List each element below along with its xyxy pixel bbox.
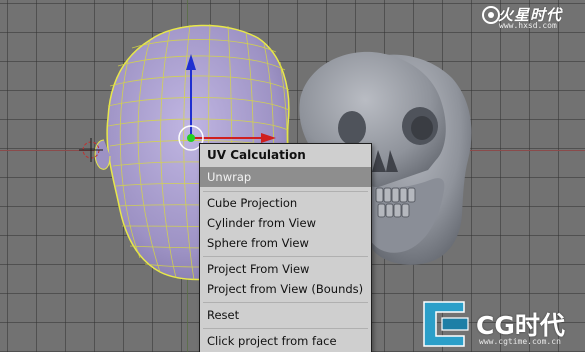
menu-title: UV Calculation [200,144,371,167]
3d-viewport[interactable]: UV Calculation Unwrap Cube Projection Cy… [0,0,585,352]
cgtime-logo-icon [423,301,469,347]
menu-separator [203,256,368,257]
menu-item-project-from-view-bounds[interactable]: Project from View (Bounds) [200,279,371,299]
watermark-bottom-url: www.cgtime.com.cn [479,337,561,346]
uv-calculation-menu[interactable]: UV Calculation Unwrap Cube Projection Cy… [199,143,372,352]
menu-item-click-project-from-face[interactable]: Click project from face [200,331,371,351]
watermark-top-url: www.hxsd.com [499,21,557,30]
menu-separator [203,302,368,303]
menu-item-project-from-view[interactable]: Project From View [200,259,371,279]
menu-separator [203,191,368,192]
menu-item-cylinder-from-view[interactable]: Cylinder from View [200,213,371,233]
menu-item-sphere-from-view[interactable]: Sphere from View [200,233,371,253]
menu-item-cube-projection[interactable]: Cube Projection [200,193,371,213]
menu-item-unwrap[interactable]: Unwrap [200,167,371,187]
menu-separator [203,328,368,329]
menu-item-reset[interactable]: Reset [200,305,371,325]
